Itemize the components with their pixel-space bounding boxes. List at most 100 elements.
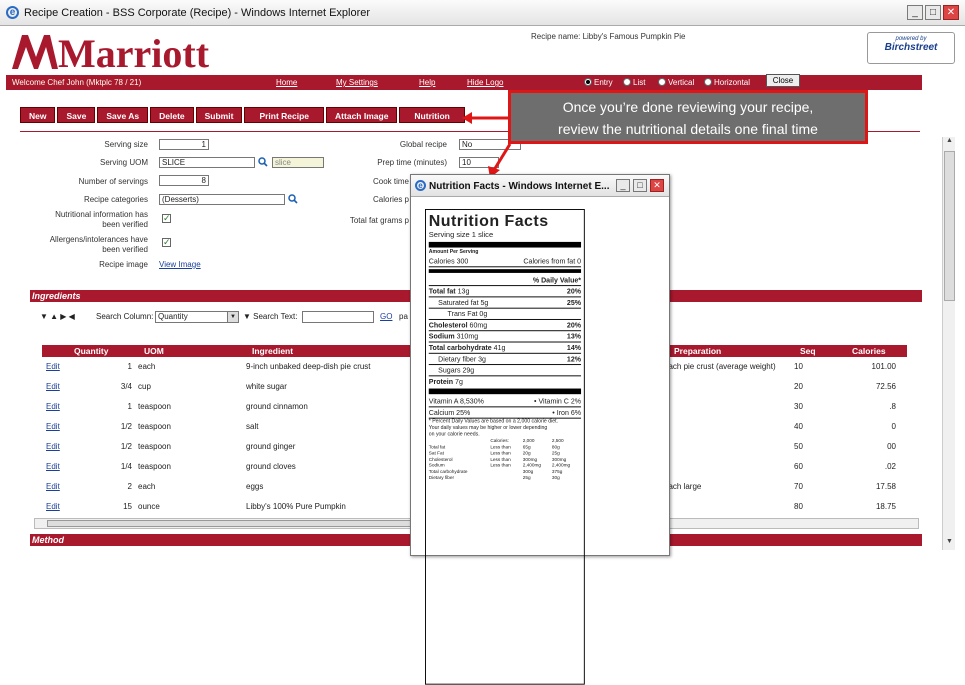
serving-uom-label: Serving UOM bbox=[99, 158, 148, 167]
calories-label: Calories p bbox=[372, 195, 409, 204]
edit-link[interactable]: Edit bbox=[46, 482, 60, 491]
recipe-toolbar: New Save Save As Delete Submit Print Rec… bbox=[20, 107, 467, 123]
scroll-thumb[interactable] bbox=[944, 151, 955, 301]
birchstreet-text: Birchstreet bbox=[884, 42, 938, 53]
col-preparation[interactable]: Preparation bbox=[674, 346, 721, 356]
search-icon[interactable] bbox=[258, 157, 268, 167]
ingredient-cell: salt bbox=[246, 422, 259, 431]
minimize-button[interactable]: _ bbox=[907, 5, 923, 20]
print-recipe-button[interactable]: Print Recipe bbox=[244, 107, 325, 123]
search-column-label: Search Column: bbox=[96, 312, 154, 321]
ingredient-sort-icons[interactable]: ▼ ▲ ▶ ◀ bbox=[40, 312, 75, 321]
seq-cell: 70 bbox=[794, 482, 803, 491]
nav-help[interactable]: Help bbox=[419, 78, 435, 87]
page-header: Marriott Recipe name: Libby's Famous Pum… bbox=[0, 27, 965, 75]
recipe-image-label: Recipe image bbox=[99, 260, 148, 269]
popup-close-button[interactable]: ✕ bbox=[650, 179, 664, 192]
close-button[interactable]: Close bbox=[766, 74, 800, 87]
radio-vertical[interactable]: Vertical bbox=[658, 78, 694, 87]
uom-cell: each bbox=[138, 362, 156, 371]
ingredient-cell: ground cloves bbox=[246, 462, 296, 471]
serving-uom-input[interactable]: SLICE bbox=[159, 157, 255, 168]
edit-link[interactable]: Edit bbox=[46, 382, 60, 391]
search-icon[interactable] bbox=[288, 194, 298, 204]
serving-size-input[interactable]: 1 bbox=[159, 139, 209, 150]
nutrition-button[interactable]: Nutrition bbox=[399, 107, 465, 123]
recipe-name: Recipe name: Libby's Famous Pumpkin Pie bbox=[531, 32, 686, 41]
window-title: Recipe Creation - BSS Corporate (Recipe)… bbox=[24, 7, 371, 19]
uom-cell: each bbox=[138, 482, 156, 491]
uom-cell: teaspoon bbox=[138, 462, 171, 471]
maximize-button[interactable]: □ bbox=[925, 5, 941, 20]
edit-link[interactable]: Edit bbox=[46, 502, 60, 511]
search-text-label: ▼ Search Text: bbox=[243, 312, 298, 321]
go-link[interactable]: GO bbox=[380, 312, 392, 321]
ingredient-cell: ground ginger bbox=[246, 442, 296, 451]
qty-cell: 1/2 bbox=[120, 422, 132, 431]
radio-horizontal[interactable]: Horizontal bbox=[704, 78, 750, 87]
edit-link[interactable]: Edit bbox=[46, 462, 60, 471]
save-as-button[interactable]: Save As bbox=[97, 107, 149, 123]
page-scrollbar[interactable]: ▲ ▼ bbox=[942, 137, 955, 550]
nav-home[interactable]: Home bbox=[276, 78, 297, 87]
popup-minimize-button[interactable]: _ bbox=[616, 179, 630, 192]
col-calories[interactable]: Calories bbox=[852, 346, 886, 356]
allergens-verified-checkbox[interactable]: ✓ bbox=[162, 238, 171, 247]
calories-cell: 17.58 bbox=[875, 482, 896, 491]
attach-image-button[interactable]: Attach Image bbox=[326, 107, 398, 123]
seq-cell: 40 bbox=[794, 422, 803, 431]
radio-list[interactable]: List bbox=[623, 78, 645, 87]
edit-link[interactable]: Edit bbox=[46, 362, 60, 371]
edit-link[interactable]: Edit bbox=[46, 422, 60, 431]
calories-cell: .02 bbox=[884, 462, 896, 471]
nav-hide-logo[interactable]: Hide Logo bbox=[467, 78, 503, 87]
nutrition-facts-label: Nutrition Facts Serving size 1 slice Amo… bbox=[425, 209, 585, 685]
chevron-down-icon[interactable]: ▼ bbox=[227, 312, 238, 322]
logo-wordmark: Marriott bbox=[58, 31, 210, 73]
col-quantity[interactable]: Quantity bbox=[74, 346, 108, 356]
close-window-button[interactable]: ✕ bbox=[943, 5, 959, 20]
scroll-up-icon[interactable]: ▲ bbox=[943, 137, 956, 149]
ie-icon: e bbox=[6, 6, 19, 19]
col-seq[interactable]: Seq bbox=[800, 346, 816, 356]
ingredient-cell: 9-inch unbaked deep-dish pie crust bbox=[246, 362, 371, 371]
radio-dot bbox=[658, 78, 666, 86]
col-uom[interactable]: UOM bbox=[144, 346, 164, 356]
qty-cell: 2 bbox=[127, 482, 132, 491]
seq-cell: 60 bbox=[794, 462, 803, 471]
radio-entry[interactable]: Entry bbox=[584, 78, 613, 87]
allergens-verified-label: Allergens/intolerances have been verifie… bbox=[49, 235, 148, 254]
nav-my-settings[interactable]: My Settings bbox=[336, 78, 378, 87]
calories-cell: 0 bbox=[891, 422, 896, 431]
popup-maximize-button[interactable]: □ bbox=[633, 179, 647, 192]
uom-cell: teaspoon bbox=[138, 422, 171, 431]
seq-cell: 20 bbox=[794, 382, 803, 391]
ingredient-cell: Libby's 100% Pure Pumpkin bbox=[246, 502, 346, 511]
radio-dot bbox=[623, 78, 631, 86]
qty-cell: 1 bbox=[127, 362, 132, 371]
uom-cell: ounce bbox=[138, 502, 160, 511]
nf-title: Nutrition Facts bbox=[428, 211, 549, 230]
prep-cell: each pie crust (average weight) bbox=[664, 362, 776, 371]
calories-cell: 18.75 bbox=[875, 502, 896, 511]
qty-cell: 15 bbox=[123, 502, 132, 511]
nutrition-verified-checkbox[interactable]: ✓ bbox=[162, 214, 171, 223]
edit-link[interactable]: Edit bbox=[46, 442, 60, 451]
qty-cell: 1/2 bbox=[120, 442, 132, 451]
search-text-input[interactable] bbox=[302, 311, 374, 323]
global-recipe-label: Global recipe bbox=[399, 140, 447, 149]
save-button[interactable]: Save bbox=[57, 107, 96, 123]
new-button[interactable]: New bbox=[20, 107, 56, 123]
calories-cell: 00 bbox=[887, 442, 896, 451]
seq-cell: 10 bbox=[794, 362, 803, 371]
view-image-link[interactable]: View Image bbox=[159, 260, 201, 269]
categories-input[interactable]: (Desserts) bbox=[159, 194, 285, 205]
submit-button[interactable]: Submit bbox=[195, 107, 243, 123]
search-column-select[interactable]: Quantity ▼ bbox=[155, 311, 239, 323]
scroll-down-icon[interactable]: ▼ bbox=[943, 538, 956, 550]
col-ingredient[interactable]: Ingredient bbox=[252, 346, 293, 356]
num-servings-input[interactable]: 8 bbox=[159, 175, 209, 186]
delete-button[interactable]: Delete bbox=[150, 107, 194, 123]
edit-link[interactable]: Edit bbox=[46, 402, 60, 411]
ingredient-cell: ground cinnamon bbox=[246, 402, 308, 411]
